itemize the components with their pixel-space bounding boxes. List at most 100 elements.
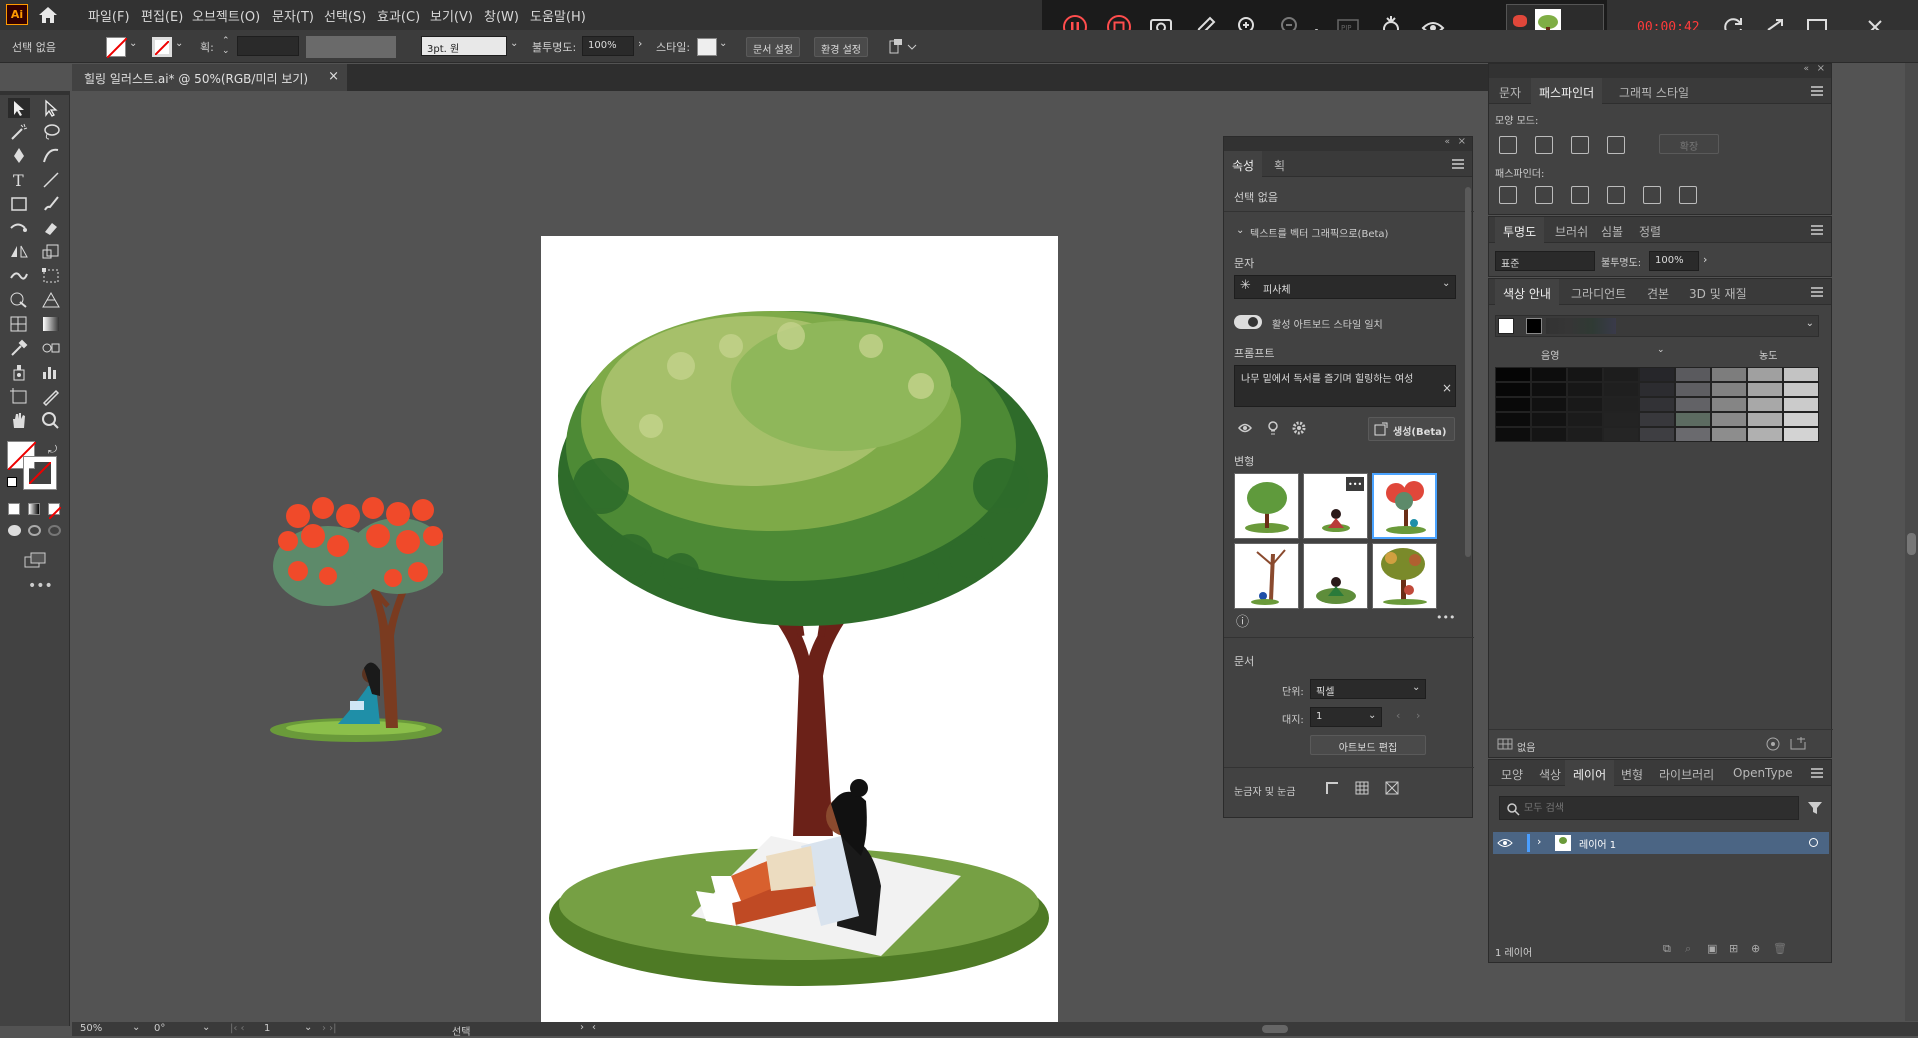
variation-thumbnail[interactable] xyxy=(1303,543,1368,609)
tab-character[interactable]: 문자 xyxy=(1491,78,1529,104)
color-variation-swatch[interactable] xyxy=(1747,367,1783,382)
layer-row[interactable]: › 레이어 1 xyxy=(1493,832,1829,854)
slice-tool-icon[interactable] xyxy=(40,386,62,406)
grid-icon[interactable] xyxy=(1354,780,1370,796)
color-variation-swatch[interactable] xyxy=(1531,367,1567,382)
unite-icon[interactable] xyxy=(1499,136,1517,154)
last-artboard-icon[interactable]: › ›| xyxy=(322,1023,337,1034)
chevron-down-icon[interactable]: ⌄ xyxy=(175,38,183,49)
tab-transparency[interactable]: 투명도 xyxy=(1495,217,1545,243)
reflect-tool-icon[interactable] xyxy=(8,242,30,262)
color-variation-swatch[interactable] xyxy=(1567,367,1603,382)
color-variation-swatch[interactable] xyxy=(1675,397,1711,412)
menu-edit[interactable]: 편집(E) xyxy=(141,6,183,25)
color-variation-swatch[interactable] xyxy=(1603,397,1639,412)
color-variation-swatch[interactable] xyxy=(1603,427,1639,442)
lasso-tool-icon[interactable] xyxy=(40,122,62,142)
mesh-tool-icon[interactable] xyxy=(8,314,30,334)
color-variation-swatch[interactable] xyxy=(1495,382,1531,397)
canvas-horizontal-scrollbar-thumb[interactable] xyxy=(1262,1025,1288,1033)
collapse-panel-icon[interactable]: « xyxy=(1444,137,1450,147)
blend-mode-dropdown[interactable]: 표준 xyxy=(1495,251,1595,271)
prompt-input[interactable]: 나무 밑에서 독서를 즐기며 힐링하는 여성 xyxy=(1234,365,1456,407)
new-sublayer-icon[interactable]: ⊞ xyxy=(1729,942,1738,955)
menu-effect[interactable]: 효과(C) xyxy=(377,6,420,25)
layers-search-input[interactable] xyxy=(1499,796,1799,820)
zoom-tool-icon[interactable] xyxy=(40,410,62,430)
clipping-mask-icon[interactable]: ▣ xyxy=(1707,942,1717,955)
color-variation-swatch[interactable] xyxy=(1531,412,1567,427)
variation-thumbnail[interactable] xyxy=(1372,543,1437,609)
rotate-view-field[interactable]: 0° xyxy=(154,1023,165,1034)
tab-transform[interactable]: 변형 xyxy=(1613,760,1651,786)
expand-button[interactable]: 확장 xyxy=(1659,134,1719,154)
target-icon[interactable] xyxy=(1809,838,1818,847)
properties-scrollbar[interactable] xyxy=(1465,187,1471,557)
document-tab[interactable]: 힐링 일러스트.ai* @ 50%(RGB/미리 보기) × xyxy=(72,64,347,91)
draw-inside-icon[interactable] xyxy=(48,525,61,536)
color-variation-swatch[interactable] xyxy=(1711,427,1747,442)
grid-view-icon[interactable] xyxy=(1497,737,1513,751)
trim-icon[interactable] xyxy=(1535,186,1553,204)
color-variation-swatch[interactable] xyxy=(1675,367,1711,382)
color-variation-swatch[interactable] xyxy=(1567,382,1603,397)
close-tab-icon[interactable]: × xyxy=(328,69,339,84)
stroke-swatch[interactable] xyxy=(152,37,172,57)
menu-object[interactable]: 오브젝트(O) xyxy=(192,6,260,25)
locate-object-icon[interactable]: ⌕ xyxy=(1685,942,1691,956)
color-mode-icon[interactable] xyxy=(8,503,20,515)
edit-artboard-button[interactable]: 아트보드 편집 xyxy=(1310,735,1426,755)
color-variation-swatch[interactable] xyxy=(1567,412,1603,427)
warp-tool-icon[interactable] xyxy=(8,266,30,286)
symbol-sprayer-tool-icon[interactable] xyxy=(8,362,30,382)
chevron-right-icon[interactable]: › xyxy=(638,37,642,50)
chevron-down-icon[interactable]: ⌄ xyxy=(132,1022,140,1033)
crop-icon[interactable] xyxy=(1607,186,1625,204)
color-variation-swatch[interactable] xyxy=(1603,367,1639,382)
color-variation-swatch[interactable] xyxy=(1495,412,1531,427)
color-variation-swatch[interactable] xyxy=(1783,367,1819,382)
chevron-down-icon[interactable]: ⌄ xyxy=(1657,345,1665,355)
color-variation-swatch[interactable] xyxy=(1495,367,1531,382)
artboard-number-field[interactable]: 1 xyxy=(264,1023,270,1034)
tab-stroke[interactable]: 획 xyxy=(1266,151,1293,177)
blend-tool-icon[interactable] xyxy=(40,338,62,358)
delete-layer-icon[interactable]: 🗑 xyxy=(1773,942,1787,955)
menu-select[interactable]: 선택(S) xyxy=(324,6,366,25)
status-menu-icon[interactable]: › xyxy=(580,1022,584,1033)
color-variation-swatch[interactable] xyxy=(1531,397,1567,412)
color-variation-swatch[interactable] xyxy=(1711,382,1747,397)
line-tool-icon[interactable] xyxy=(40,170,62,190)
chevron-right-icon[interactable]: › xyxy=(1703,253,1707,266)
hand-tool-icon[interactable] xyxy=(8,410,30,430)
color-variation-swatch[interactable] xyxy=(1495,427,1531,442)
color-variation-swatch[interactable] xyxy=(1639,367,1675,382)
curvature-tool-icon[interactable] xyxy=(40,146,62,166)
harmony-rules-bar[interactable]: ⌄ xyxy=(1495,315,1819,337)
variation-thumbnail[interactable]: ••• xyxy=(1303,473,1368,539)
settings-gear-icon[interactable] xyxy=(1290,419,1308,437)
tab-libraries[interactable]: 라이브러리 xyxy=(1651,760,1722,786)
eraser-tool-icon[interactable] xyxy=(40,218,62,238)
color-variation-swatch[interactable] xyxy=(1747,412,1783,427)
minus-front-icon[interactable] xyxy=(1535,136,1553,154)
rectangle-tool-icon[interactable] xyxy=(8,194,30,214)
perspective-grid-tool-icon[interactable] xyxy=(40,290,62,310)
tab-opentype[interactable]: OpenType xyxy=(1725,760,1801,786)
close-panel-icon[interactable]: × xyxy=(1458,136,1466,147)
style-match-toggle[interactable] xyxy=(1234,315,1262,329)
color-variation-swatch[interactable] xyxy=(1531,427,1567,442)
selection-tool-icon[interactable] xyxy=(8,98,30,118)
info-icon[interactable]: ⓘ xyxy=(1236,611,1249,630)
more-options-icon[interactable]: ••• xyxy=(1436,611,1455,624)
color-variation-swatch[interactable] xyxy=(1639,382,1675,397)
filter-icon[interactable] xyxy=(1807,800,1823,816)
artboard[interactable] xyxy=(541,236,1058,1022)
arrange-documents-icon[interactable] xyxy=(888,38,918,56)
color-variation-swatch[interactable] xyxy=(1747,382,1783,397)
color-variation-swatch[interactable] xyxy=(1675,427,1711,442)
unit-dropdown[interactable]: 픽셀 xyxy=(1310,679,1426,699)
visibility-eye-icon[interactable] xyxy=(1497,837,1513,849)
document-setup-button[interactable]: 문서 설정 xyxy=(746,37,800,57)
main-illustration-tree-reading-woman[interactable] xyxy=(541,236,1058,1022)
